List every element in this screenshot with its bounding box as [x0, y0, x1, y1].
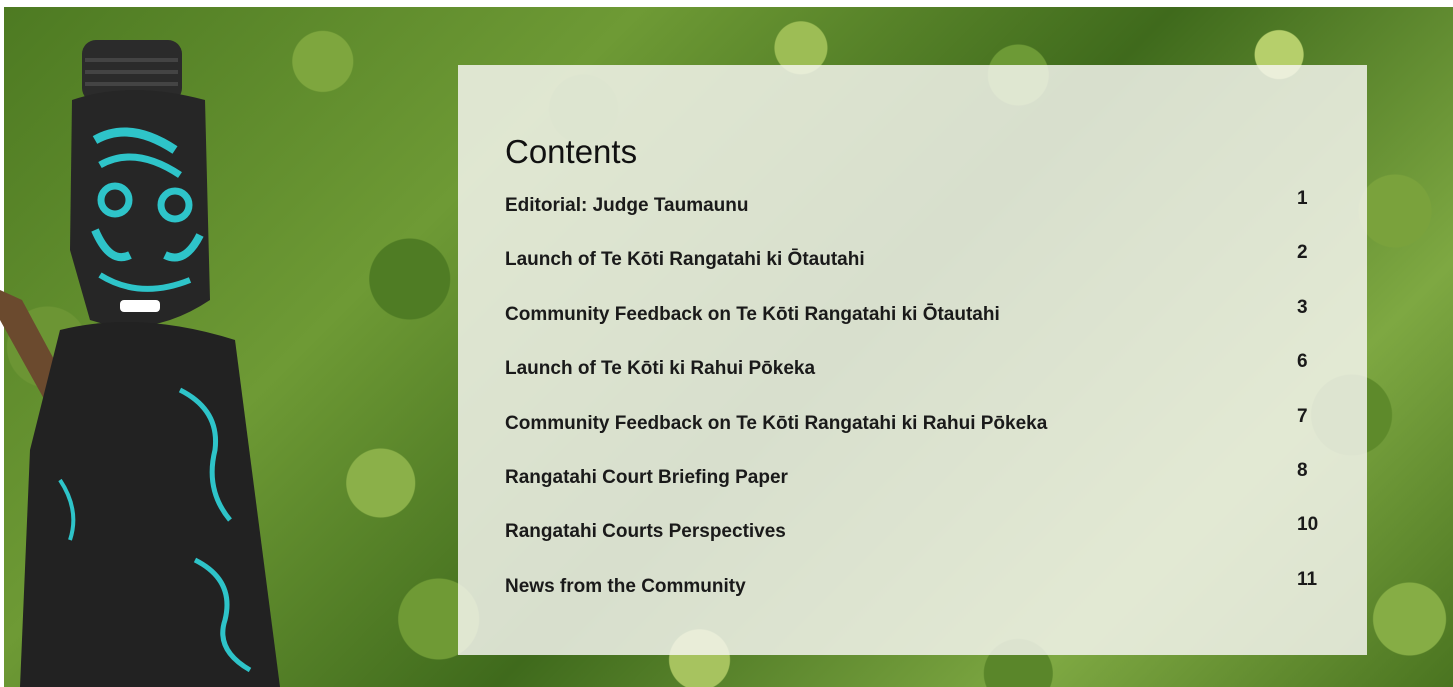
carved-figure-image [0, 40, 280, 687]
toc-item-feedback-rahui-pokeka[interactable]: Community Feedback on Te Kōti Rangatahi … [505, 403, 1337, 457]
toc-item-page: 2 [1297, 242, 1308, 264]
toc-item-page: 6 [1297, 351, 1308, 373]
toc-item-launch-rahui-pokeka[interactable]: Launch of Te Kōti ki Rahui Pōkeka 6 [505, 348, 1337, 402]
contents-panel: Contents Editorial: Judge Taumaunu 1 Lau… [458, 65, 1367, 655]
toc-item-feedback-otautahi[interactable]: Community Feedback on Te Kōti Rangatahi … [505, 294, 1337, 348]
toc-item-community-news[interactable]: News from the Community 11 [505, 566, 1337, 620]
toc-item-briefing-paper[interactable]: Rangatahi Court Briefing Paper 8 [505, 457, 1337, 511]
toc-item-page: 1 [1297, 188, 1308, 209]
toc-item-title: Editorial: Judge Taumaunu [505, 195, 749, 216]
toc-item-page: 7 [1297, 405, 1308, 427]
toc-item-launch-otautahi[interactable]: Launch of Te Kōti Rangatahi ki Ōtautahi … [505, 239, 1337, 293]
toc-item-page: 10 [1297, 514, 1319, 536]
toc-item-page: 3 [1297, 296, 1308, 318]
toc-item-title: Community Feedback on Te Kōti Rangatahi … [505, 412, 1048, 434]
toc-item-perspectives[interactable]: Rangatahi Courts Perspectives 10 [505, 511, 1337, 565]
toc-item-title: Launch of Te Kōti Rangatahi ki Ōtautahi [505, 249, 865, 271]
toc-item-title: Launch of Te Kōti ki Rahui Pōkeka [505, 358, 816, 380]
toc-list: Editorial: Judge Taumaunu 1 Launch of Te… [505, 185, 1337, 620]
toc-item-title: Rangatahi Court Briefing Paper [505, 466, 788, 488]
contents-page: Contents Editorial: Judge Taumaunu 1 Lau… [0, 0, 1453, 687]
toc-item-title: Rangatahi Courts Perspectives [505, 521, 786, 543]
toc-item-page: 11 [1297, 568, 1318, 590]
toc-item-title: Community Feedback on Te Kōti Rangatahi … [505, 303, 1000, 325]
toc-item-title: News from the Community [505, 575, 746, 597]
toc-item-editorial[interactable]: Editorial: Judge Taumaunu 1 [505, 185, 1337, 239]
toc-item-page: 8 [1297, 459, 1308, 481]
contents-heading: Contents [505, 133, 638, 170]
